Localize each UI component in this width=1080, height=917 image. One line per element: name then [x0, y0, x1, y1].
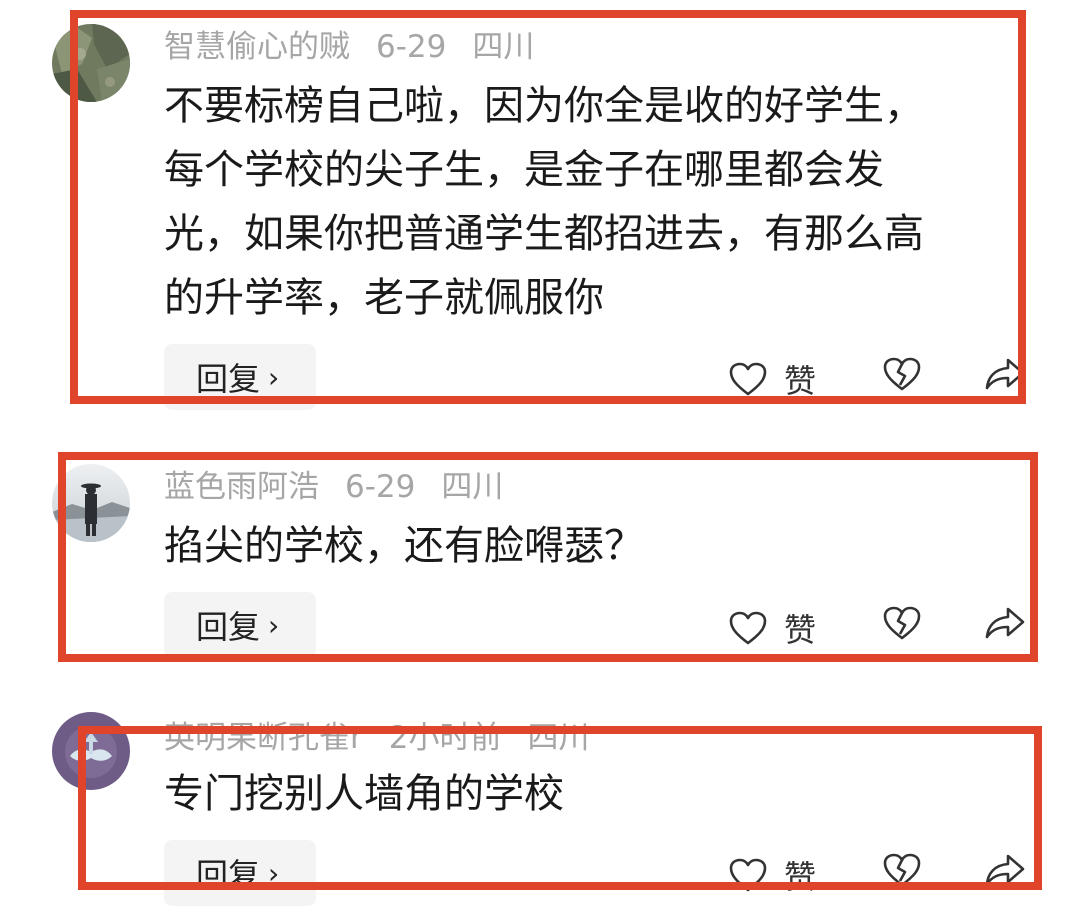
comment-text-line: 的升学率，老子就佩服你 [164, 275, 604, 321]
share-button[interactable] [984, 356, 1026, 392]
username[interactable]: 英明果断孔雀r [164, 720, 363, 756]
reply-label: 回复 [196, 856, 261, 894]
username[interactable]: 蓝色雨阿浩 [164, 469, 319, 505]
comment-text: 专门挖别人墙角的学校 [164, 762, 1014, 826]
comment-date: 2小时前 [388, 720, 502, 756]
comment-date: 6-29 [345, 469, 416, 505]
comment-text-line: 专门挖别人墙角的学校 [164, 771, 564, 817]
like-label: 赞 [784, 611, 817, 649]
username[interactable]: 智慧偷心的贼 [164, 29, 350, 65]
comment-text: 不要标榜自己啦，因为你全是收的好学生， 每个学校的尖子生，是金子在哪里都会发 光… [164, 74, 1014, 330]
chevron-right-icon: › [268, 360, 280, 394]
like-button[interactable]: 赞 [728, 852, 816, 898]
chevron-right-icon: › [268, 608, 280, 642]
like-button[interactable]: 赞 [728, 356, 816, 402]
comment-text-line: 掐尖的学校，还有脸嘚瑟？ [164, 523, 644, 569]
comment-date: 6-29 [376, 29, 447, 65]
like-label: 赞 [784, 362, 817, 400]
reply-label: 回复 [196, 608, 261, 646]
comment-location: 四川 [472, 29, 535, 65]
comment-meta: 英明果断孔雀r 2小时前 四川 [164, 718, 615, 758]
dislike-button[interactable] [882, 356, 922, 392]
share-arrow-icon [985, 854, 1025, 886]
share-arrow-icon [985, 607, 1025, 639]
dislike-button[interactable] [882, 852, 922, 888]
heart-outline-icon [729, 611, 767, 645]
like-label: 赞 [784, 858, 817, 896]
comment-text: 掐尖的学校，还有脸嘚瑟？ [164, 514, 1014, 578]
avatar[interactable] [52, 712, 130, 790]
comment-text-line: 每个学校的尖子生，是金子在哪里都会发 [164, 147, 884, 193]
share-button[interactable] [984, 852, 1026, 888]
reply-label: 回复 [196, 360, 261, 398]
reply-button[interactable]: 回复 › [164, 840, 316, 906]
comment-text-line: 光，如果你把普通学生都招进去，有那么高 [164, 211, 924, 257]
reply-button[interactable]: 回复 › [164, 592, 316, 658]
comment-meta: 蓝色雨阿浩 6-29 四川 [164, 467, 529, 507]
avatar[interactable] [52, 24, 130, 102]
comment-location: 四川 [441, 469, 504, 505]
reply-button[interactable]: 回复 › [164, 344, 316, 410]
comment-location: 四川 [527, 720, 590, 756]
broken-heart-icon [883, 606, 921, 640]
chevron-right-icon: › [268, 856, 280, 890]
heart-outline-icon [729, 362, 767, 396]
comment-text-line: 不要标榜自己啦，因为你全是收的好学生， [164, 83, 924, 129]
heart-outline-icon [729, 858, 767, 892]
share-arrow-icon [985, 358, 1025, 390]
dislike-button[interactable] [882, 605, 922, 641]
avatar[interactable] [52, 464, 130, 542]
broken-heart-icon [883, 853, 921, 887]
share-button[interactable] [984, 605, 1026, 641]
comment-meta: 智慧偷心的贼 6-29 四川 [164, 27, 560, 67]
like-button[interactable]: 赞 [728, 605, 816, 651]
broken-heart-icon [883, 357, 921, 391]
